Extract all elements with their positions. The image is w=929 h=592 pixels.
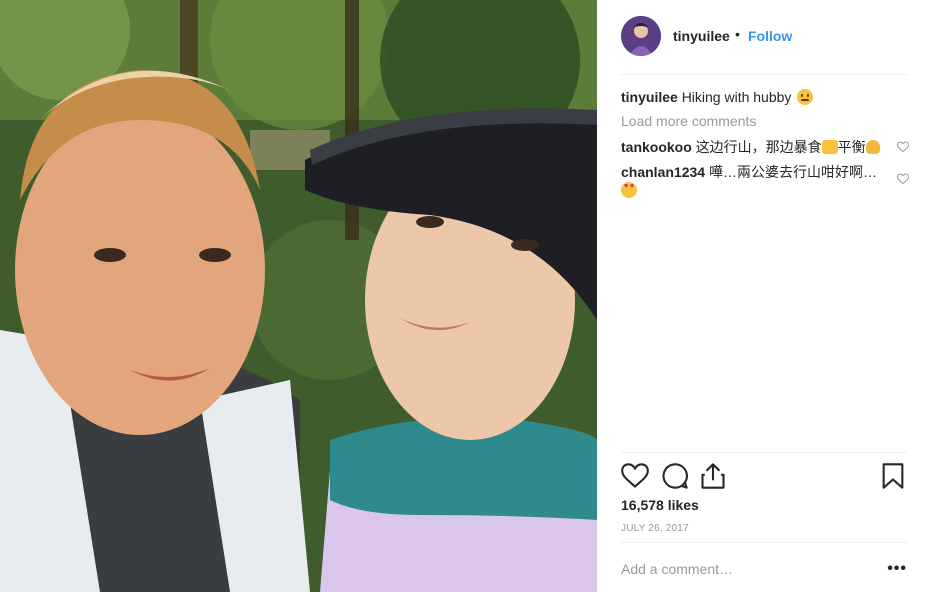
comment-icon[interactable] (661, 462, 689, 490)
share-icon[interactable] (699, 462, 727, 490)
avatar-icon (621, 16, 661, 56)
comment-divider (621, 542, 907, 543)
post-header: tinyuilee • Follow (597, 0, 929, 74)
caption-text: Hiking with hubby (681, 89, 792, 105)
comment-username[interactable]: tankookoo (621, 139, 692, 155)
comment-item: tankookoo 这边行山，那边暴食 平衡 (621, 138, 881, 156)
heart-eyes-emoji (621, 182, 637, 198)
post-caption: tinyuilee Hiking with hubby (621, 88, 814, 106)
clapping-hands-emoji (865, 140, 880, 154)
caption-username[interactable]: tinyuilee (621, 89, 678, 105)
comment-like-heart-icon[interactable] (897, 173, 909, 185)
post-date: JULY 26, 2017 (621, 523, 689, 534)
post-photo[interactable] (0, 0, 597, 592)
comment-item: chanlan1234 嘩…兩公婆去行山咁好啊… (621, 163, 881, 199)
user-avatar[interactable] (621, 16, 661, 56)
grimacing-face-emoji (797, 89, 814, 105)
more-options-button[interactable]: ••• (887, 560, 907, 578)
instagram-post: tinyuilee • Follow tinyuilee Hiking with… (0, 0, 929, 592)
likes-count[interactable]: 16,578 likes (621, 497, 699, 513)
bookmark-icon[interactable] (879, 462, 907, 490)
comment-username[interactable]: chanlan1234 (621, 164, 705, 180)
header-divider (621, 74, 907, 75)
comment-like-heart-icon[interactable] (897, 141, 909, 153)
header-username[interactable]: tinyuilee (673, 28, 730, 44)
heart-icon[interactable] (621, 462, 649, 490)
actions-divider (621, 452, 907, 453)
add-comment-input[interactable] (621, 561, 871, 577)
comment-text-continued: 平衡 (837, 139, 866, 155)
comment-text: 这边行山，那边暴食 (695, 139, 822, 155)
post-side-panel: tinyuilee • Follow tinyuilee Hiking with… (597, 0, 929, 592)
load-more-comments-link[interactable]: Load more comments (621, 113, 756, 129)
header-separator: • (735, 26, 740, 42)
comment-text: 嘩…兩公婆去行山咁好啊… (708, 164, 877, 180)
follow-button[interactable]: Follow (748, 28, 792, 44)
selfie-photo-illustration (0, 0, 597, 592)
thumbs-up-emoji (821, 140, 838, 154)
